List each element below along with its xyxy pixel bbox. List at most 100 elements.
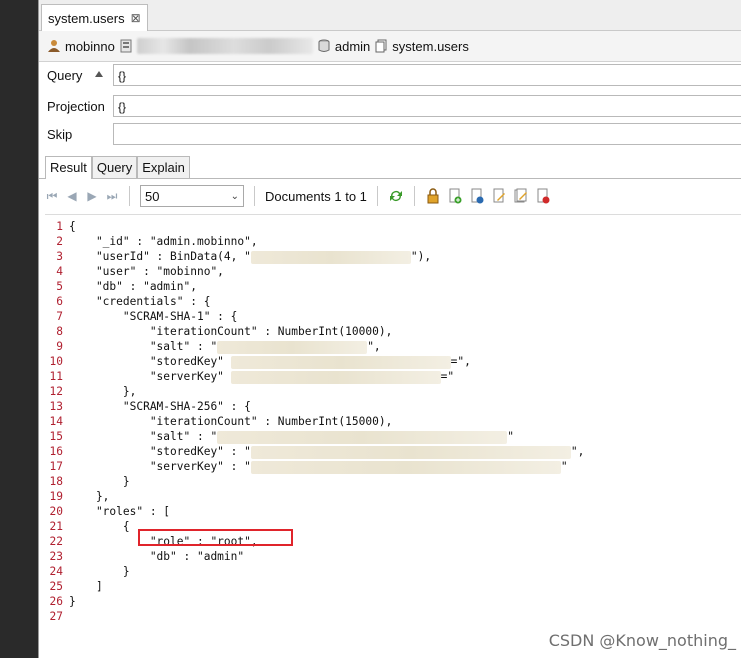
line-number: 25 bbox=[49, 580, 63, 593]
documents-count: Documents 1 to 1 bbox=[265, 188, 367, 204]
line-number: 20 bbox=[49, 505, 63, 518]
line-number: 21 bbox=[49, 520, 63, 533]
code-text: }, bbox=[69, 385, 137, 398]
query-input[interactable]: {} bbox=[113, 64, 741, 86]
code-text: "db" : "admin" bbox=[69, 550, 245, 563]
code-tail: " bbox=[507, 430, 514, 443]
code-text: "salt" : " " bbox=[69, 430, 514, 444]
code-text: "credentials" : { bbox=[69, 295, 211, 308]
connection-collection: system.users bbox=[392, 38, 469, 54]
line-number: 16 bbox=[49, 445, 63, 458]
projection-label: Projection bbox=[47, 99, 105, 114]
result-json-view[interactable]: 1 {2 "_id" : "admin.mobinno", 3 "userId" :… bbox=[45, 214, 741, 658]
line-number: 12 bbox=[49, 385, 63, 398]
line-number: 23 bbox=[49, 550, 63, 563]
code-text: "salt" : " ", bbox=[69, 340, 381, 354]
line-number: 6 bbox=[56, 295, 63, 308]
line-number: 1 bbox=[56, 220, 63, 233]
line-number: 19 bbox=[49, 490, 63, 503]
projection-row: Projection {} bbox=[39, 95, 741, 119]
query-label: Query bbox=[47, 68, 83, 83]
delete-document-icon[interactable] bbox=[535, 188, 551, 204]
line-number: 15 bbox=[49, 430, 63, 443]
database-icon bbox=[318, 39, 330, 52]
line-number: 22 bbox=[49, 535, 63, 548]
tab-bar: system.users ⊠ bbox=[39, 0, 741, 31]
connection-user: mobinno bbox=[65, 38, 115, 54]
collapse-icon[interactable] bbox=[95, 71, 103, 77]
code-text: } bbox=[69, 565, 130, 578]
line-number: 4 bbox=[56, 265, 63, 278]
lock-icon[interactable] bbox=[425, 188, 441, 204]
projection-input[interactable]: {} bbox=[113, 95, 741, 117]
redacted-value bbox=[250, 445, 571, 459]
code-tail: =", bbox=[450, 355, 471, 368]
first-page-icon[interactable]: ⏮ bbox=[45, 189, 59, 203]
tab-system-users[interactable]: system.users ⊠ bbox=[41, 4, 148, 31]
line-number: 17 bbox=[49, 460, 63, 473]
line-number: 27 bbox=[49, 610, 63, 623]
view-document-icon[interactable] bbox=[469, 188, 485, 204]
add-document-icon[interactable] bbox=[447, 188, 463, 204]
code-text: "userId" : BinData(4, " "), bbox=[69, 250, 432, 264]
redacted-value bbox=[217, 430, 508, 444]
server-icon bbox=[120, 39, 132, 53]
code-text: }, bbox=[69, 490, 110, 503]
redacted-value bbox=[230, 355, 451, 369]
tab-title: system.users bbox=[48, 10, 125, 26]
toolbar-divider bbox=[376, 186, 378, 206]
query-row: Query {} bbox=[39, 64, 741, 88]
line-number: 11 bbox=[49, 370, 63, 383]
app-window: system.users ⊠ mobinno admin system.user… bbox=[38, 0, 741, 658]
redacted-value bbox=[250, 250, 411, 264]
code-text: "iterationCount" : NumberInt(15000), bbox=[69, 415, 393, 428]
connection-bar: mobinno admin system.users bbox=[39, 31, 741, 62]
line-number: 18 bbox=[49, 475, 63, 488]
line-number: 3 bbox=[56, 250, 63, 263]
line-number: 14 bbox=[49, 415, 63, 428]
line-number: 2 bbox=[56, 235, 63, 248]
prev-page-icon[interactable]: ◀ bbox=[65, 189, 79, 203]
edit-document-icon[interactable] bbox=[491, 188, 507, 204]
last-page-icon[interactable]: ⏭ bbox=[105, 189, 119, 203]
toolbar-divider bbox=[254, 186, 255, 206]
close-icon[interactable]: ⊠ bbox=[131, 11, 141, 25]
code-text: "storedKey" =", bbox=[69, 355, 471, 369]
tab-explain[interactable]: Explain bbox=[137, 156, 190, 178]
tab-query[interactable]: Query bbox=[91, 156, 138, 178]
redacted-host bbox=[136, 38, 313, 54]
code-text: "db" : "admin", bbox=[69, 280, 197, 293]
code-tail: ", bbox=[570, 445, 585, 458]
next-page-icon[interactable]: ▶ bbox=[85, 189, 99, 203]
line-number: 5 bbox=[56, 280, 63, 293]
code-text: "SCRAM-SHA-1" : { bbox=[69, 310, 238, 323]
edit-multiple-icon[interactable] bbox=[513, 188, 529, 204]
chevron-down-icon: ⌄ bbox=[230, 190, 239, 202]
redacted-value bbox=[217, 340, 368, 354]
toolbar-divider bbox=[129, 186, 130, 206]
code-text: { bbox=[69, 220, 76, 233]
code-text: } bbox=[69, 475, 130, 488]
page-size-select[interactable]: 50 ⌄ bbox=[140, 185, 244, 207]
page-size-value: 50 bbox=[145, 188, 160, 204]
code-text: "iterationCount" : NumberInt(10000), bbox=[69, 325, 393, 338]
line-number: 26 bbox=[49, 595, 63, 608]
skip-label: Skip bbox=[47, 127, 73, 142]
tab-result[interactable]: Result bbox=[45, 156, 92, 179]
refresh-icon[interactable] bbox=[388, 188, 404, 204]
code-text: "roles" : [ bbox=[69, 505, 171, 518]
code-text: "serverKey" : " " bbox=[69, 460, 568, 474]
redacted-value bbox=[250, 460, 561, 474]
collection-icon bbox=[375, 39, 387, 53]
code-text: "storedKey" : " ", bbox=[69, 445, 585, 459]
line-number: 7 bbox=[56, 310, 63, 323]
result-tabs: Result Query Explain bbox=[39, 156, 741, 179]
code-text: } bbox=[69, 595, 76, 608]
user-icon bbox=[48, 40, 60, 52]
code-text: "serverKey" =" bbox=[69, 370, 455, 384]
highlight-box bbox=[138, 529, 293, 546]
skip-row: Skip bbox=[39, 123, 741, 147]
toolbar-divider bbox=[413, 186, 415, 206]
code-tail: "), bbox=[410, 250, 432, 263]
skip-input[interactable] bbox=[113, 123, 741, 145]
